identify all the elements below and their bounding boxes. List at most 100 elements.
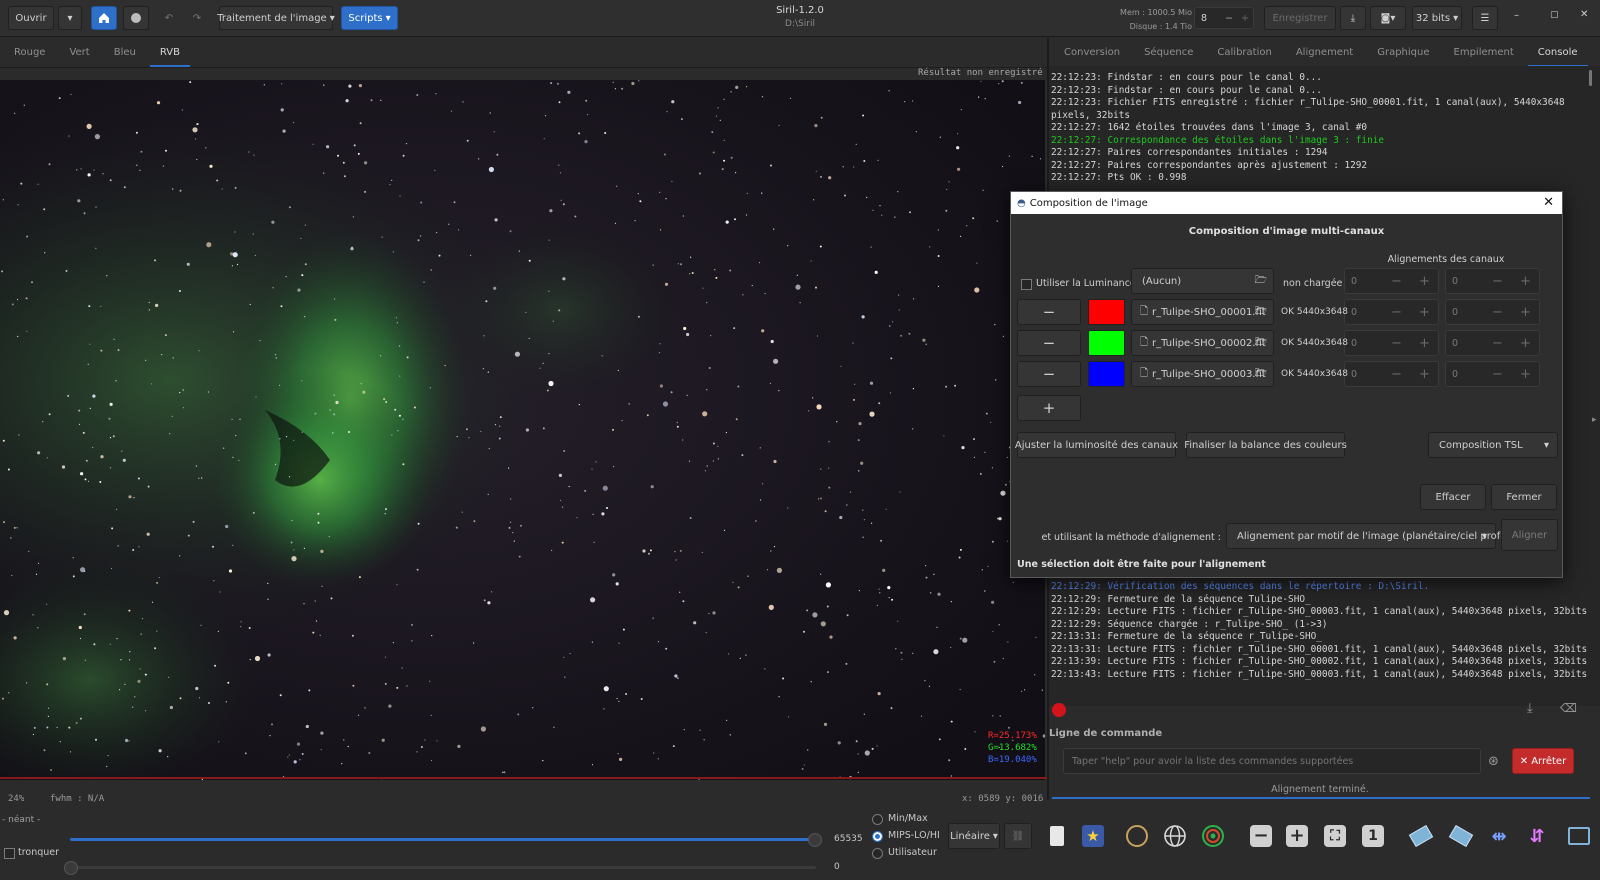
tab-console[interactable]: Console [1526,39,1590,67]
image-info-icon[interactable] [1566,823,1592,849]
command-input[interactable] [1063,748,1481,774]
star [388,704,392,708]
truncate-checkbox[interactable] [4,848,15,859]
alignment-spinner[interactable]: 0 − + [1445,330,1540,356]
color-balance-button[interactable]: Finaliser la balance des couleurs [1184,432,1347,458]
target-icon[interactable] [1200,823,1226,849]
alignment-method-select[interactable]: Alignement par motif de l'image (planéta… [1226,523,1523,549]
undo-button[interactable]: ↶ [157,6,181,30]
minmax-radio[interactable] [872,814,883,825]
photometry-icon[interactable] [1044,823,1070,849]
livestack-button[interactable] [123,6,149,30]
redo-button[interactable]: ↷ [185,6,209,30]
luminance-checkbox[interactable] [1021,279,1032,290]
star [334,318,337,321]
dialog-titlebar[interactable]: ◓ Composition de l'image ✕ [1011,192,1562,214]
zoom-in-icon[interactable]: + [1284,823,1310,849]
rotate-left-icon[interactable] [1408,823,1434,849]
stop-button[interactable]: ✕ Arrêter [1512,748,1574,774]
tab-conversion[interactable]: Conversion [1052,39,1132,67]
alignment-spinner[interactable]: 0 − + [1344,330,1439,356]
help-icon[interactable]: ⊛ [1488,754,1499,769]
alignment-spinner[interactable]: 0 − + [1445,268,1540,294]
globe-icon[interactable] [1162,823,1188,849]
alignment-spinner[interactable]: 0 − + [1445,299,1540,325]
adjust-brightness-button[interactable]: Ajuster la luminosité des canaux [1015,432,1178,458]
luminance-file-chooser[interactable]: (Aucun) 🗁 [1131,268,1274,294]
close-window-icon[interactable]: ✕ [1580,9,1588,20]
home-button[interactable] [91,6,117,30]
zoom-out-icon[interactable]: − [1248,823,1274,849]
open-button[interactable]: Ouvrir [8,6,54,30]
remove-channel-button[interactable]: − [1017,330,1081,356]
tab-stacking[interactable]: Empilement [1442,39,1526,67]
open-recent-dropdown[interactable]: ▾ [58,6,82,30]
save-button[interactable]: Enregistrer [1264,6,1336,30]
rotate-right-icon[interactable] [1448,823,1474,849]
channel-color-swatch[interactable] [1088,361,1125,387]
tab-rgb[interactable]: RVB [148,39,192,67]
channel-file-chooser[interactable]: 🗋 r_Tulipe-SHO_00003.fit 🗁 [1131,361,1274,387]
alignment-spinner[interactable]: 0 − + [1344,299,1439,325]
star [682,439,684,441]
panel-expand-icon[interactable]: ▸ [1592,415,1597,425]
channel-color-swatch[interactable] [1088,330,1125,356]
remove-channel-button[interactable]: − [1017,361,1081,387]
main-menu-button[interactable]: ☰ [1472,6,1498,30]
mirror-y-icon[interactable]: ⇵ [1524,823,1550,849]
console-scrollbar[interactable] [1585,66,1595,686]
snapshot-button[interactable]: ◙▾ [1370,6,1406,30]
max-slider-track[interactable] [70,838,816,841]
link-channels-button[interactable]: ⛓ [1004,823,1032,849]
channel-file-chooser[interactable]: 🗋 r_Tulipe-SHO_00001.fit 🗁 [1131,299,1274,325]
scrollbar-thumb[interactable] [1588,70,1592,86]
mips-radio[interactable] [872,831,883,842]
log-level-indicator-icon[interactable] [1052,703,1066,717]
save-as-button[interactable]: ⤓ [1340,6,1366,30]
minimize-icon[interactable]: – [1514,10,1519,21]
tab-plot[interactable]: Graphique [1365,39,1441,67]
clear-button[interactable]: Effacer [1420,484,1486,510]
tab-calibration[interactable]: Calibration [1205,39,1283,67]
max-slider-handle[interactable] [808,833,822,847]
tab-green[interactable]: Vert [57,39,101,67]
image-canvas[interactable]: R=25.173% G=13.682% B=19.040% [0,80,1045,780]
astrometry-icon[interactable] [1124,823,1150,849]
mirror-x-icon[interactable]: ⇹ [1486,823,1512,849]
min-slider-track[interactable] [70,866,816,869]
tab-sequence[interactable]: Séquence [1132,39,1205,67]
star [196,123,198,125]
tab-blue[interactable]: Bleu [102,39,148,67]
save-log-icon[interactable]: ⤓ [1527,701,1533,716]
alignment-spinner[interactable]: 0 − + [1445,361,1540,387]
remove-channel-button[interactable]: − [1017,299,1081,325]
close-icon[interactable]: ✕ [1543,195,1554,210]
align-button[interactable]: Aligner [1501,519,1558,551]
alignment-spinner[interactable]: 0 − + [1344,361,1439,387]
star [498,437,501,440]
min-slider-handle[interactable] [64,861,78,875]
tab-registration[interactable]: Alignement [1284,39,1365,67]
add-channel-button[interactable]: + [1017,395,1081,421]
zoom-fit-icon[interactable]: ⛶ [1322,823,1348,849]
threads-spinner[interactable]: 8 − + [1194,7,1254,29]
user-radio[interactable] [872,848,883,859]
scripts-menu[interactable]: Scripts ▾ [341,6,398,30]
maximize-icon[interactable]: ▢ [1550,10,1559,20]
channel-file-chooser[interactable]: 🗋 r_Tulipe-SHO_00002.fit 🗁 [1131,330,1274,356]
close-dialog-button[interactable]: Fermer [1491,484,1557,510]
alignment-spinner[interactable]: 0 − + [1344,268,1439,294]
image-processing-menu[interactable]: Traitement de l'image ▾ [217,6,335,30]
star [815,170,817,172]
star-catalog-icon[interactable]: ★ [1080,823,1106,849]
stretch-select[interactable]: Linéaire ▾ [948,823,1000,849]
bitdepth-dropdown[interactable]: 32 bits ▾ [1412,6,1462,30]
composition-mode-select[interactable]: Composition TSL ▾ [1428,432,1558,458]
plus-icon: + [1520,304,1531,320]
star [244,752,247,755]
clear-log-icon[interactable]: ⌫ [1560,701,1577,715]
zoom-one-icon[interactable]: 1 [1360,823,1386,849]
plus-icon: + [1520,273,1531,289]
tab-red[interactable]: Rouge [2,39,57,67]
channel-color-swatch[interactable] [1088,299,1125,325]
